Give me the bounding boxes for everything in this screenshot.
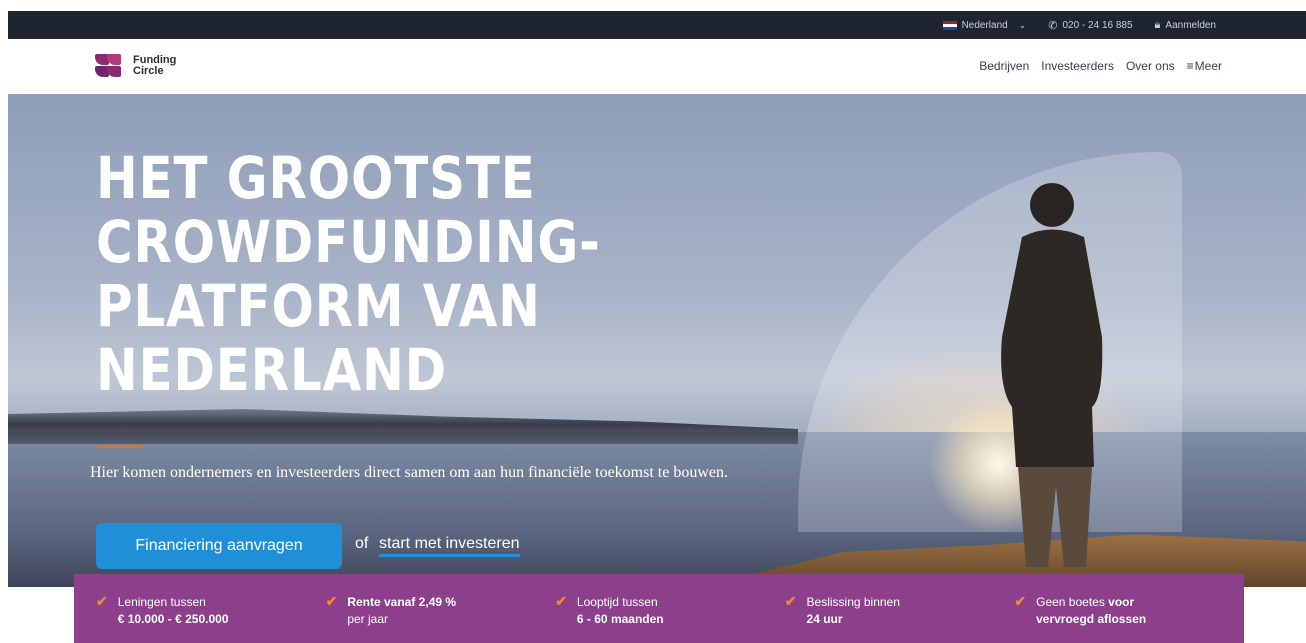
chevron-down-icon: ⌄: [1018, 19, 1027, 30]
feature-item: ✔ Looptijd tussen 6 - 60 maanden: [555, 594, 785, 643]
phone-icon: ✆: [1048, 19, 1058, 32]
feature-item: ✔ Geen boetes voor vervroegd aflossen: [1014, 594, 1244, 643]
check-icon: ✔: [325, 593, 338, 609]
hero-section: HET GROOTSTE CROWDFUNDING- PLATFORM VAN …: [8, 94, 1306, 587]
apply-financing-button[interactable]: Financiering aanvragen: [96, 523, 342, 569]
cta-or-text: of: [355, 535, 369, 552]
logo-mark-icon: [95, 54, 129, 78]
nav-item-bedrijven[interactable]: Bedrijven: [979, 59, 1029, 73]
funding-circle-logo[interactable]: Funding Circle: [95, 54, 176, 78]
top-bar: Nederland ⌄ ✆ 020 - 24 16 885 🔒︎ Aanmeld…: [8, 11, 1306, 39]
menu-icon: ≡: [1186, 59, 1194, 73]
nav-links: Bedrijven Investeerders Over ons ≡Meer: [979, 59, 1222, 73]
logo-text: Funding Circle: [133, 54, 177, 77]
hero-subtitle: Hier komen ondernemers en investeerders …: [90, 464, 728, 481]
nav-item-over-ons[interactable]: Over ons: [1126, 59, 1175, 73]
login-link[interactable]: 🔒︎ Aanmelden: [1155, 19, 1216, 32]
headline-accent-line: [97, 445, 143, 448]
check-icon: ✔: [555, 593, 567, 609]
person-silhouette: [1001, 183, 1103, 567]
nav-item-investeerders[interactable]: Investeerders: [1041, 59, 1114, 73]
check-icon: ✔: [784, 593, 797, 609]
phone-number: 020 - 24 16 885: [1062, 19, 1133, 31]
nav-item-meer[interactable]: ≡Meer: [1187, 59, 1222, 73]
check-icon: ✔: [1014, 593, 1027, 609]
login-label: Aanmelden: [1165, 19, 1216, 31]
country-label: Nederland: [961, 19, 1008, 31]
lock-icon: 🔒︎: [1154, 18, 1161, 31]
flag-nl-icon: [942, 20, 957, 30]
feature-item: ✔ Leningen tussen € 10.000 - € 250.000: [96, 594, 326, 643]
country-selector[interactable]: Nederland ⌄: [942, 19, 1027, 31]
feature-item: ✔ Beslissing binnen 24 uur: [785, 594, 1015, 643]
check-icon: ✔: [96, 593, 108, 609]
start-investing-link[interactable]: start met investeren: [379, 535, 520, 557]
feature-item: ✔ Rente vanaf 2,49 % per jaar: [326, 594, 556, 643]
hero-headline: HET GROOTSTE CROWDFUNDING- PLATFORM VAN …: [96, 144, 601, 404]
feature-bar: ✔ Leningen tussen € 10.000 - € 250.000 ✔…: [74, 574, 1244, 643]
phone-link[interactable]: ✆ 020 - 24 16 885: [1048, 19, 1132, 32]
main-navbar: Funding Circle Bedrijven Investeerders O…: [8, 39, 1306, 94]
